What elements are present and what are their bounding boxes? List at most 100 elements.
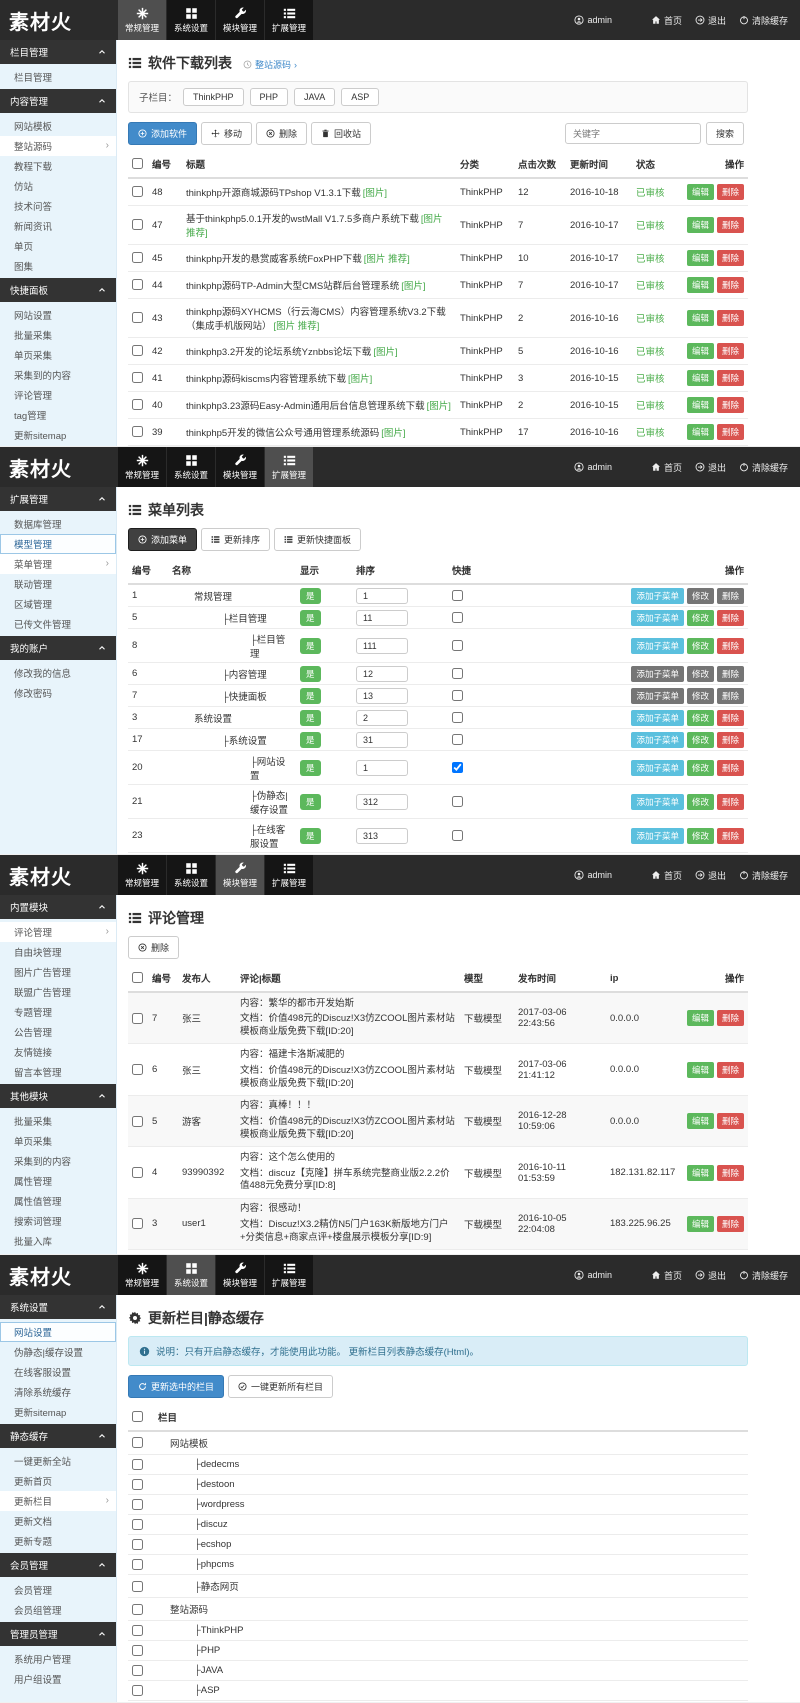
- modify-button[interactable]: 修改: [687, 760, 714, 776]
- row-checkbox[interactable]: [132, 1437, 143, 1448]
- row-checkbox[interactable]: [132, 312, 143, 323]
- row-checkbox[interactable]: [132, 1459, 143, 1470]
- quick-checkbox[interactable]: [452, 612, 463, 623]
- topbar-link-2[interactable]: 退出: [695, 1269, 726, 1282]
- sidebar-section-header[interactable]: 系统设置: [0, 1295, 116, 1319]
- sidebar-item[interactable]: 一键更新全站: [0, 1451, 116, 1471]
- delete-button[interactable]: 删除: [717, 1062, 744, 1078]
- toolbar-button-3[interactable]: 删除: [256, 122, 307, 145]
- delete-button[interactable]: 删除: [717, 250, 744, 266]
- toolbar-button-3[interactable]: 更新快捷面板: [274, 528, 361, 551]
- sidebar-item[interactable]: 会员管理: [0, 1580, 116, 1600]
- software-title-link[interactable]: thinkphp源码TP-Admin大型CMS站群后台管理系统: [186, 281, 399, 292]
- sidebar-item[interactable]: 已传文件管理: [0, 614, 116, 634]
- sort-order-input[interactable]: [356, 760, 408, 776]
- topbar-link-3[interactable]: 清除缓存: [739, 14, 788, 27]
- edit-button[interactable]: 编辑: [687, 397, 714, 413]
- delete-button[interactable]: 删除: [717, 828, 744, 844]
- row-checkbox[interactable]: [132, 1167, 143, 1178]
- modify-button[interactable]: 修改: [687, 710, 714, 726]
- nav-tab-2[interactable]: 系统设置: [167, 0, 215, 40]
- delete-button[interactable]: 删除: [717, 397, 744, 413]
- sidebar-item[interactable]: 新闻资讯: [0, 216, 116, 236]
- topbar-link-1[interactable]: 首页: [651, 14, 682, 27]
- modify-button[interactable]: 修改: [687, 732, 714, 748]
- quick-checkbox[interactable]: [452, 668, 463, 679]
- sidebar-section-header[interactable]: 内置模块: [0, 895, 116, 919]
- edit-button[interactable]: 编辑: [687, 217, 714, 233]
- edit-button[interactable]: 编辑: [687, 343, 714, 359]
- delete-button[interactable]: 删除: [717, 688, 744, 704]
- delete-button[interactable]: 删除: [717, 638, 744, 654]
- sort-order-input[interactable]: [356, 732, 408, 748]
- nav-tab-4[interactable]: 扩展管理: [265, 855, 313, 895]
- sidebar-item[interactable]: 修改我的信息: [0, 663, 116, 683]
- toolbar-button-1[interactable]: 删除: [128, 936, 179, 959]
- sidebar-item[interactable]: 评论管理: [0, 385, 116, 405]
- row-checkbox[interactable]: [132, 1604, 143, 1615]
- user-menu[interactable]: admin: [574, 1270, 612, 1280]
- sidebar-item[interactable]: 采集到的内容: [0, 1151, 116, 1171]
- add-submenu-button[interactable]: 添加子菜单: [631, 732, 684, 748]
- topbar-link-3[interactable]: 清除缓存: [739, 1269, 788, 1282]
- toolbar-button-2[interactable]: 更新排序: [201, 528, 270, 551]
- add-submenu-button[interactable]: 添加子菜单: [631, 666, 684, 682]
- edit-button[interactable]: 编辑: [687, 310, 714, 326]
- edit-button[interactable]: 编辑: [687, 1113, 714, 1129]
- sidebar-item[interactable]: 技术问答: [0, 196, 116, 216]
- sidebar-item[interactable]: 批量采集: [0, 1111, 116, 1131]
- sidebar-section-header[interactable]: 扩展管理: [0, 487, 116, 511]
- sidebar-item[interactable]: 搜索词管理: [0, 1211, 116, 1231]
- row-checkbox[interactable]: [132, 1116, 143, 1127]
- row-checkbox[interactable]: [132, 1519, 143, 1530]
- row-checkbox[interactable]: [132, 1625, 143, 1636]
- sidebar-item[interactable]: 单页采集: [0, 345, 116, 365]
- row-checkbox[interactable]: [132, 372, 143, 383]
- sort-order-input[interactable]: [356, 588, 408, 604]
- sidebar-item[interactable]: 评论管理›: [0, 922, 116, 942]
- sidebar-item[interactable]: 仿站: [0, 176, 116, 196]
- sidebar-item[interactable]: tag管理: [0, 405, 116, 425]
- sidebar-item[interactable]: 更新栏目›: [0, 1491, 116, 1511]
- sidebar-item[interactable]: 联盟广告管理: [0, 982, 116, 1002]
- topbar-link-2[interactable]: 退出: [695, 461, 726, 474]
- row-checkbox[interactable]: [132, 252, 143, 263]
- sidebar-item[interactable]: 教程下载: [0, 156, 116, 176]
- nav-tab-4[interactable]: 扩展管理: [265, 0, 313, 40]
- sidebar-item[interactable]: 单页采集: [0, 1131, 116, 1151]
- add-submenu-button[interactable]: 添加子菜单: [631, 828, 684, 844]
- sidebar-item[interactable]: 区域管理: [0, 594, 116, 614]
- nav-tab-2[interactable]: 系统设置: [167, 1255, 215, 1295]
- modify-button[interactable]: 修改: [687, 638, 714, 654]
- sidebar-section-header[interactable]: 快捷面板: [0, 278, 116, 302]
- modify-button[interactable]: 修改: [687, 588, 714, 604]
- row-checkbox[interactable]: [132, 1499, 143, 1510]
- quick-checkbox[interactable]: [452, 712, 463, 723]
- sort-order-input[interactable]: [356, 794, 408, 810]
- nav-tab-3[interactable]: 模块管理: [216, 855, 264, 895]
- sidebar-item[interactable]: 会员组管理: [0, 1600, 116, 1620]
- sort-order-input[interactable]: [356, 688, 408, 704]
- topbar-link-3[interactable]: 清除缓存: [739, 461, 788, 474]
- delete-button[interactable]: 删除: [717, 710, 744, 726]
- modify-button[interactable]: 修改: [687, 666, 714, 682]
- sidebar-item[interactable]: 留言本管理: [0, 1062, 116, 1082]
- row-checkbox[interactable]: [132, 426, 143, 437]
- nav-tab-4[interactable]: 扩展管理: [265, 1255, 313, 1295]
- subcolumn-chip[interactable]: PHP: [250, 88, 289, 106]
- row-checkbox[interactable]: [132, 1013, 143, 1024]
- sidebar-item[interactable]: 在线客服设置: [0, 1362, 116, 1382]
- user-menu[interactable]: admin: [574, 462, 612, 472]
- comment-doc-link[interactable]: 价值498元的Discuz!X3仿ZCOOL图片素材站模板商业版免费下载[ID:…: [240, 1116, 455, 1140]
- sidebar-section-header[interactable]: 栏目管理: [0, 40, 116, 64]
- comment-doc-link[interactable]: 价值498元的Discuz!X3仿ZCOOL图片素材站模板商业版免费下载[ID:…: [240, 1065, 455, 1089]
- delete-button[interactable]: 删除: [717, 610, 744, 626]
- add-submenu-button[interactable]: 添加子菜单: [631, 610, 684, 626]
- delete-button[interactable]: 删除: [717, 732, 744, 748]
- row-checkbox[interactable]: [132, 1218, 143, 1229]
- software-title-link[interactable]: thinkphp3.23源码Easy-Admin通用后台信息管理系统下载: [186, 401, 425, 412]
- add-submenu-button[interactable]: 添加子菜单: [631, 638, 684, 654]
- sidebar-item[interactable]: 伪静态|缓存设置: [0, 1342, 116, 1362]
- sidebar-item[interactable]: 联动管理: [0, 574, 116, 594]
- select-all-checkbox[interactable]: [132, 1411, 143, 1422]
